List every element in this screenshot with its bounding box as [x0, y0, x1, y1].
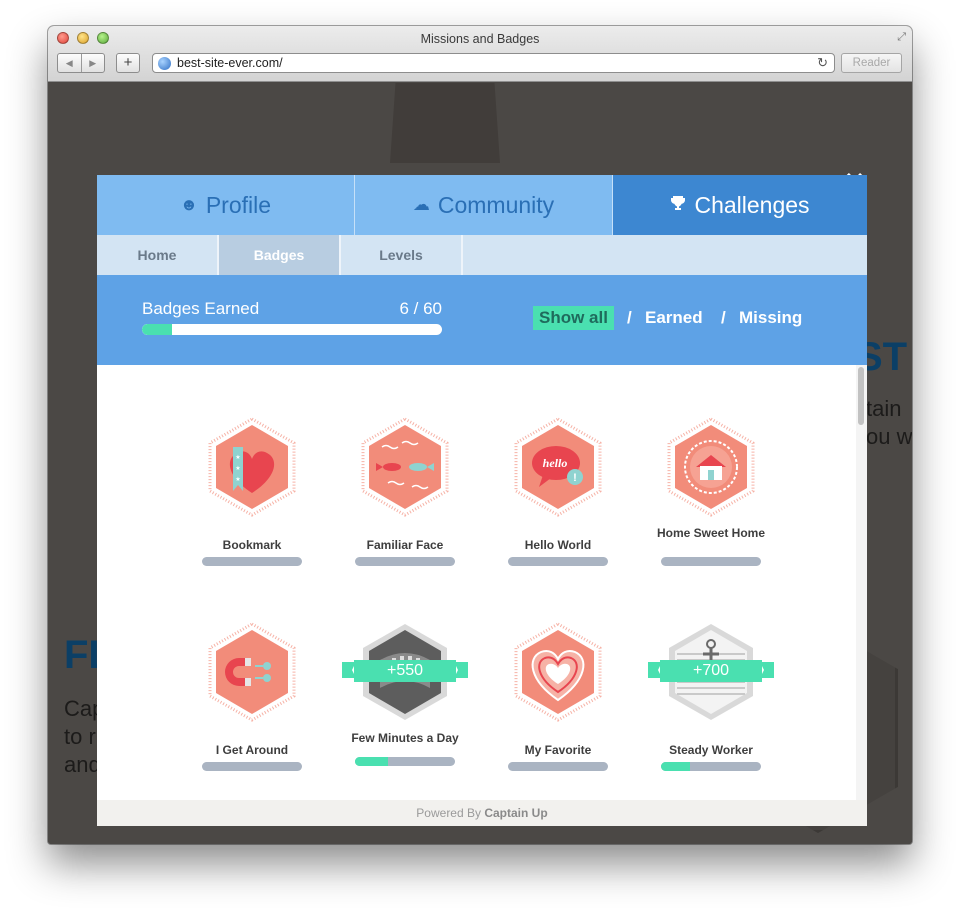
filter-separator: /	[721, 308, 726, 327]
background-text-right-1: tain	[866, 396, 902, 421]
badge-progress-bar	[661, 557, 761, 566]
badge-name: I Get Around	[215, 743, 289, 757]
badge-progress-bar	[202, 557, 302, 566]
background-text-left-2: to r	[64, 724, 96, 749]
svg-text:★: ★	[235, 465, 240, 472]
badge-progress-bar	[661, 762, 761, 771]
badges-earned-count: 6 / 60	[399, 299, 442, 318]
browser-window: Missions and Badges ⤢ ◀ ▶ + best-site-ev…	[48, 26, 912, 844]
tab-challenges[interactable]: Challenges	[613, 175, 867, 235]
svg-text:!: !	[573, 472, 577, 484]
badges-progress-bar	[142, 324, 442, 335]
badge-name: Familiar Face	[366, 538, 444, 552]
badges-scrollbar[interactable]	[856, 365, 867, 800]
filter-show-all[interactable]: Show all	[533, 306, 614, 330]
badge-name: Steady Worker	[669, 743, 753, 757]
house-icon	[667, 417, 755, 517]
badge-progress-bar	[508, 762, 608, 771]
address-bar[interactable]: best-site-ever.com/ ↻	[152, 53, 835, 73]
filter-earned[interactable]: Earned	[645, 308, 703, 328]
subtab-levels[interactable]: Levels	[341, 235, 463, 275]
url-text: best-site-ever.com/	[177, 56, 283, 70]
group-icon: ☁	[412, 195, 430, 214]
badge-name: Hello World	[524, 538, 592, 552]
badge-progress-bar	[202, 762, 302, 771]
background-text-left-3: and	[64, 752, 101, 777]
speech-bubble-icon: hello !	[514, 417, 602, 517]
background-text-right-2: ou w	[866, 424, 912, 449]
badge-reward-points: +550	[386, 662, 424, 679]
browser-titlebar: Missions and Badges ⤢ ◀ ▶ + best-site-ev…	[48, 26, 912, 82]
forward-button[interactable]: ▶	[82, 54, 105, 72]
sub-tabs: Home Badges Levels	[97, 235, 867, 275]
badges-grid: ★ ★ ★ Bookmark Familiar Face hello ! Hel…	[97, 365, 867, 800]
reader-button[interactable]: Reader	[841, 53, 902, 73]
page-viewport: ST tain ou w FL Cap to r and ✕ ☻ Profile…	[48, 83, 912, 844]
main-tabs: ☻ Profile ☁ Community Challenges	[97, 175, 867, 235]
fish-icon	[361, 417, 449, 517]
badge-name: My Favorite	[524, 743, 592, 757]
footer-prefix: Powered By	[416, 806, 481, 820]
background-decoration	[390, 83, 500, 163]
filter-separator: /	[627, 308, 632, 327]
badge-name: Bookmark	[222, 538, 282, 552]
magnet-icon	[208, 622, 296, 722]
subtab-badges[interactable]: Badges	[219, 235, 341, 275]
tab-profile-label: Profile	[205, 191, 272, 218]
badge-progress-bar	[355, 757, 455, 766]
fullscreen-icon[interactable]: ⤢	[897, 31, 906, 44]
svg-text:★: ★	[235, 476, 240, 483]
reload-icon[interactable]: ↻	[817, 55, 828, 71]
footer-brand-link[interactable]: Captain Up	[484, 806, 547, 820]
tab-community[interactable]: ☁ Community	[355, 175, 613, 235]
badge-progress-fill	[355, 757, 388, 766]
face-icon: ☻	[179, 195, 198, 214]
scrollbar-thumb[interactable]	[858, 367, 864, 425]
new-tab-button[interactable]: +	[116, 53, 140, 73]
powered-by-footer: Powered By Captain Up	[97, 800, 867, 826]
globe-icon	[158, 57, 171, 70]
badges-stats-bar: Badges Earned 6 / 60 Show all / Earned /…	[97, 275, 867, 365]
tab-community-label: Community	[437, 191, 555, 218]
window-title: Missions and Badges	[420, 32, 540, 46]
hello-text: hello	[543, 456, 568, 470]
badges-earned-label: Badges Earned	[142, 299, 260, 318]
badge-reward-points: +700	[692, 662, 730, 679]
subtab-home[interactable]: Home	[97, 235, 219, 275]
back-forward-buttons: ◀ ▶	[57, 53, 105, 73]
badge-progress-bar	[508, 557, 608, 566]
badges-progress-fill	[142, 324, 172, 335]
trophy-icon	[670, 195, 686, 216]
tab-profile[interactable]: ☻ Profile	[97, 175, 355, 235]
badge-name: Home Sweet Home	[656, 526, 766, 540]
nested-hearts-icon	[514, 622, 602, 722]
svg-text:★: ★	[235, 454, 240, 461]
tab-challenges-label: Challenges	[694, 191, 810, 218]
badges-modal: ☻ Profile ☁ Community Challenges Home Ba…	[97, 175, 867, 826]
back-button[interactable]: ◀	[58, 54, 82, 72]
bookmark-heart-icon: ★ ★ ★	[208, 417, 296, 517]
badge-progress-bar	[355, 557, 455, 566]
filter-missing[interactable]: Missing	[739, 308, 802, 328]
badge-progress-fill	[661, 762, 690, 771]
badge-name: Few Minutes a Day	[351, 731, 459, 745]
